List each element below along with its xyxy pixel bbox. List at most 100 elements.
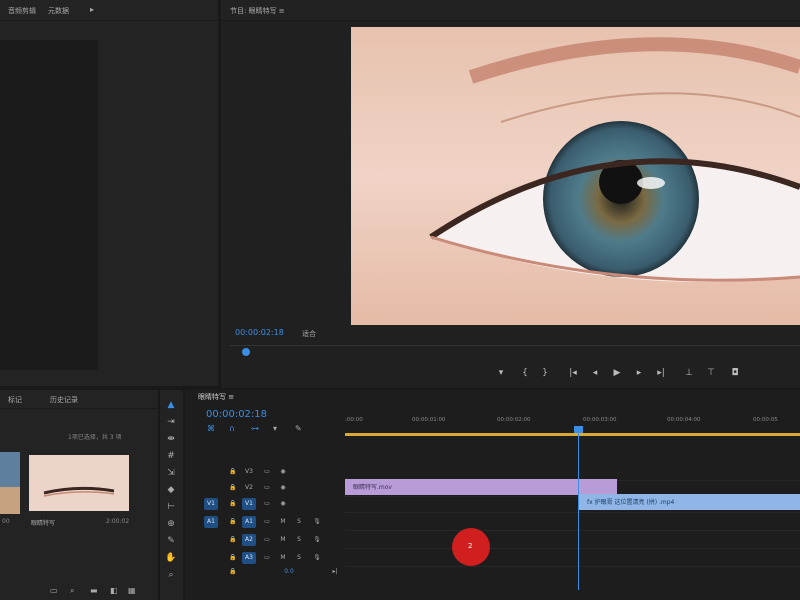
rolling-edit-tool-icon[interactable]: #	[164, 449, 178, 463]
lock-icon[interactable]: 🔒	[226, 552, 240, 564]
razor-tool-icon[interactable]: ◆	[164, 483, 178, 497]
lane-a1[interactable]	[345, 514, 800, 531]
program-playhead[interactable]	[242, 348, 250, 356]
lane-a2[interactable]	[345, 532, 800, 549]
track-name[interactable]: V3	[242, 466, 256, 478]
program-monitor-tab[interactable]: 节目: 眼睛特写 ≡	[221, 0, 800, 21]
lift-button[interactable]: ⊥	[682, 366, 696, 380]
lock-icon[interactable]: 🔒	[226, 534, 240, 546]
mute-icon[interactable]: M	[276, 552, 290, 564]
playhead-handle[interactable]	[574, 426, 583, 433]
track-header-master: 🔒 0.0 ▸|	[198, 564, 345, 580]
track-header-a1: A1 🔒 A1 ▭ M S 🎙	[198, 514, 345, 530]
transport-controls: ▾ { } |◂ ◂ ▶ ▸ ▸| ⊥ ⊤ ◘	[490, 366, 800, 382]
zoom-fit-select[interactable]: 适合	[302, 329, 316, 339]
pen-tool-icon[interactable]: ✎	[164, 534, 178, 548]
project-item-thumbnail[interactable]	[0, 452, 20, 514]
wrench-icon[interactable]: ✎	[295, 424, 302, 433]
lock-icon[interactable]: 🔒	[226, 482, 240, 494]
track-name[interactable]: A3	[242, 552, 256, 564]
video-clip-2[interactable]: fx 护眼膏 这位置清亮 (拼) .mp4	[579, 494, 800, 510]
solo-icon[interactable]: S	[292, 534, 306, 546]
selection-tool-icon[interactable]: ▲	[164, 398, 178, 412]
source-patch-a1[interactable]: A1	[204, 516, 218, 528]
play-button[interactable]: ▶	[610, 366, 624, 380]
source-patch-v1[interactable]: V1	[204, 498, 218, 510]
track-name[interactable]: A1	[242, 516, 256, 528]
sequence-tab[interactable]: 眼睛特写 ≡	[198, 392, 234, 402]
step-back-button[interactable]: ◂	[588, 366, 602, 380]
master-volume[interactable]: 0.0	[282, 566, 296, 578]
search-icon[interactable]: ⌕	[70, 586, 74, 596]
sync-lock-icon[interactable]: ▭	[260, 552, 274, 564]
go-to-out-button[interactable]: ▸|	[654, 366, 668, 380]
eye-icon[interactable]: ◉	[276, 482, 290, 494]
ripple-edit-tool-icon[interactable]: ⇼	[164, 432, 178, 446]
sync-lock-icon[interactable]: ▭	[260, 466, 274, 478]
track-name[interactable]: V1	[242, 498, 256, 510]
step-forward-button[interactable]: ▸	[632, 366, 646, 380]
solo-icon[interactable]: S	[292, 516, 306, 528]
sync-lock-icon[interactable]: ▭	[260, 516, 274, 528]
project-item-thumbnail-eye[interactable]	[29, 455, 129, 511]
slide-tool-icon[interactable]: ⊕	[164, 517, 178, 531]
lock-icon[interactable]: 🔒	[226, 498, 240, 510]
track-select-tool-icon[interactable]: ⇥	[164, 415, 178, 429]
tab-markers[interactable]: 标记	[8, 395, 22, 405]
track-header-v3: 🔒 V3 ▭ ◉	[198, 464, 345, 480]
panel-menu-icon[interactable]: ▸	[90, 5, 94, 14]
track-header-v2: 🔒 V2 ▭ ◉	[198, 480, 345, 496]
slip-tool-icon[interactable]: ⊢	[164, 500, 178, 514]
mark-in-button[interactable]: {	[518, 366, 532, 380]
video-clip[interactable]: 眼睛特写.mov	[345, 479, 617, 495]
mute-icon[interactable]: M	[276, 516, 290, 528]
lane-a3[interactable]	[345, 550, 800, 567]
source-tab-bar: 音频剪辑 元数据 ▸	[0, 0, 218, 21]
timeline-timecode[interactable]: 00:00:02:18	[206, 409, 267, 420]
rate-stretch-tool-icon[interactable]: ⇲	[164, 466, 178, 480]
timeline-tracks[interactable]	[345, 440, 800, 580]
hand-tool-icon[interactable]: ✋	[164, 551, 178, 565]
track-name[interactable]: A2	[242, 534, 256, 546]
tab-history[interactable]: 历史记录	[50, 395, 78, 405]
eye-icon[interactable]: ◉	[276, 466, 290, 478]
new-item-icon[interactable]: ◧	[110, 586, 118, 595]
trash-icon[interactable]: ▦	[128, 586, 136, 595]
export-frame-button[interactable]: ◘	[728, 366, 742, 380]
tab-audio-clip[interactable]: 音频剪辑	[8, 6, 36, 16]
solo-icon[interactable]: S	[292, 552, 306, 564]
new-bin-icon[interactable]: ▬	[90, 586, 98, 595]
program-scrubber[interactable]	[230, 345, 800, 360]
lock-icon[interactable]: 🔒	[226, 466, 240, 478]
program-monitor-title: 节目: 眼睛特写 ≡	[230, 7, 285, 15]
nest-icon[interactable]: ⌘	[207, 424, 215, 433]
zoom-tool-icon[interactable]: ⌕	[164, 568, 178, 582]
go-to-in-button[interactable]: |◂	[566, 366, 580, 380]
program-timecode[interactable]: 00:00:02:18	[235, 328, 284, 337]
track-name[interactable]: V2	[242, 482, 256, 494]
mute-icon[interactable]: M	[276, 534, 290, 546]
sync-lock-icon[interactable]: ▭	[260, 498, 274, 510]
ruler-label: :00:00	[345, 417, 363, 423]
lock-icon[interactable]: 🔒	[226, 566, 240, 578]
timeline-playhead[interactable]	[578, 426, 579, 590]
mark-out-button[interactable]: }	[538, 366, 552, 380]
work-area-bar[interactable]	[345, 433, 800, 436]
linked-selection-icon[interactable]: ⊶	[251, 424, 259, 433]
mic-icon[interactable]: 🎙	[310, 516, 324, 528]
add-marker-icon[interactable]: ▾	[273, 424, 277, 433]
eye-icon[interactable]: ◉	[276, 498, 290, 510]
bin-icon[interactable]: ▭	[50, 586, 58, 595]
add-marker-button[interactable]: ▾	[494, 366, 508, 380]
go-to-end-icon[interactable]: ▸|	[328, 566, 342, 578]
lock-icon[interactable]: 🔒	[226, 516, 240, 528]
sync-lock-icon[interactable]: ▭	[260, 534, 274, 546]
extract-button[interactable]: ⊤	[704, 366, 718, 380]
tab-metadata[interactable]: 元数据	[48, 6, 69, 16]
mic-icon[interactable]: 🎙	[310, 534, 324, 546]
mic-icon[interactable]: 🎙	[310, 552, 324, 564]
snap-icon[interactable]: ∩	[229, 424, 235, 433]
track-header-a2: 🔒 A2 ▭ M S 🎙	[198, 532, 345, 548]
sync-lock-icon[interactable]: ▭	[260, 482, 274, 494]
track-header-v1: V1 🔒 V1 ▭ ◉	[198, 496, 345, 512]
